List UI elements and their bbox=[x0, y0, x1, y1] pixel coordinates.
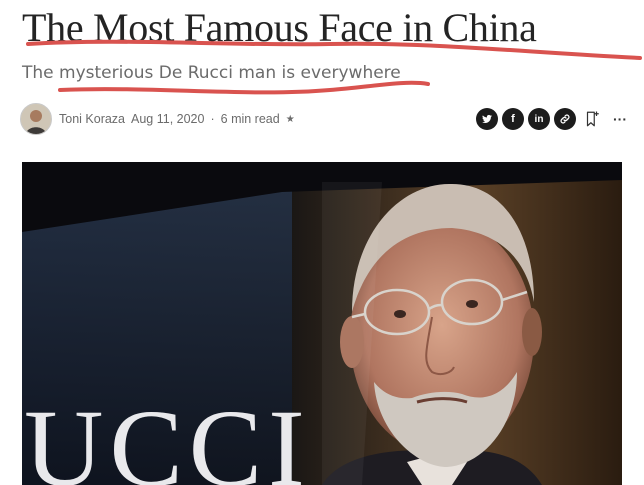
read-time: 6 min read bbox=[220, 112, 280, 126]
facebook-icon[interactable]: f bbox=[502, 108, 524, 130]
twitter-icon[interactable] bbox=[476, 108, 498, 130]
author-name[interactable]: Toni Koraza bbox=[59, 112, 125, 126]
author-avatar[interactable] bbox=[20, 103, 52, 135]
article-subtitle: The mysterious De Rucci man is everywher… bbox=[22, 63, 401, 83]
star-icon: ★ bbox=[285, 113, 295, 125]
more-icon[interactable]: ··· bbox=[608, 108, 632, 130]
linkedin-icon[interactable]: in bbox=[528, 108, 550, 130]
hero-sign-text: UCCI bbox=[24, 387, 311, 485]
publish-date: Aug 11, 2020 bbox=[131, 112, 205, 126]
share-actions: f in ··· bbox=[476, 108, 632, 130]
bookmark-add-icon[interactable] bbox=[580, 108, 604, 130]
article-title: The Most Famous Face in China bbox=[22, 5, 537, 50]
byline-separator: · bbox=[210, 112, 215, 126]
hero-image: UCCI bbox=[22, 162, 622, 485]
author-byline: Toni Koraza Aug 11, 2020 · 6 min read ★ bbox=[20, 103, 295, 135]
link-icon[interactable] bbox=[554, 108, 576, 130]
avatar-image bbox=[21, 104, 51, 134]
